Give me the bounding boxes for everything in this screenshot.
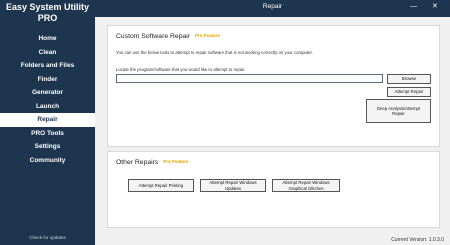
custom-software-repair-panel: Custom Software Repair Pro Feature You ca… xyxy=(107,25,440,147)
window-title: Repair xyxy=(262,3,283,10)
sidebar-item-pro-tools[interactable]: PRO Tools xyxy=(0,127,95,141)
repair-windows-updates-button[interactable]: Attempt Repair Windows Updates xyxy=(200,179,266,192)
sidebar-nav: Home Clean Folders and Files Finder Gene… xyxy=(0,32,95,167)
other-repairs-heading: Other Repairs Pro Feature xyxy=(116,159,188,166)
title-bar: Repair — ✕ xyxy=(95,0,450,17)
locate-program-label: Locate the program/software that you wou… xyxy=(116,67,246,72)
sidebar-item-generator[interactable]: Generator xyxy=(0,86,95,100)
custom-repair-heading: Custom Software Repair Pro Feature xyxy=(116,33,220,40)
sidebar-item-repair[interactable]: Repair xyxy=(0,113,95,127)
custom-repair-title: Custom Software Repair xyxy=(116,33,191,40)
pro-feature-badge: Pro Feature xyxy=(195,33,221,38)
version-label: Current Version: 1.0.3.0 xyxy=(391,237,444,243)
browse-button[interactable]: Browse xyxy=(387,74,431,84)
close-icon[interactable]: ✕ xyxy=(432,2,438,12)
attempt-repair-button[interactable]: Attempt Repair xyxy=(387,87,431,97)
pro-feature-badge: Pro Feature xyxy=(163,159,189,164)
sidebar-item-home[interactable]: Home xyxy=(0,32,95,46)
other-repairs-title: Other Repairs xyxy=(116,159,159,166)
sidebar-item-settings[interactable]: Settings xyxy=(0,140,95,154)
sidebar-item-clean[interactable]: Clean xyxy=(0,46,95,60)
repair-graphical-glitches-button[interactable]: Attempt Repair Windows Graphical Glitche… xyxy=(272,179,340,192)
sidebar-item-finder[interactable]: Finder xyxy=(0,73,95,87)
minimize-icon[interactable]: — xyxy=(410,2,417,12)
other-repairs-panel: Other Repairs Pro Feature Attempt Repair … xyxy=(107,151,440,228)
sidebar-item-launch[interactable]: Launch xyxy=(0,100,95,114)
check-updates-link[interactable]: Check for updates xyxy=(0,235,95,240)
deep-analysis-button[interactable]: Deep Analysis/Attempt Repair xyxy=(366,99,431,123)
sidebar-item-folders-and-files[interactable]: Folders and Files xyxy=(0,59,95,73)
program-path-input[interactable] xyxy=(116,74,383,83)
custom-repair-description: You can use the below tools to attempt t… xyxy=(116,50,313,55)
app-title: Easy System Utility PRO xyxy=(5,2,90,23)
sidebar-item-community[interactable]: Community xyxy=(0,154,95,168)
sidebar: Easy System Utility PRO Home Clean Folde… xyxy=(0,0,95,245)
repair-printing-button[interactable]: Attempt Repair Printing xyxy=(128,179,194,192)
